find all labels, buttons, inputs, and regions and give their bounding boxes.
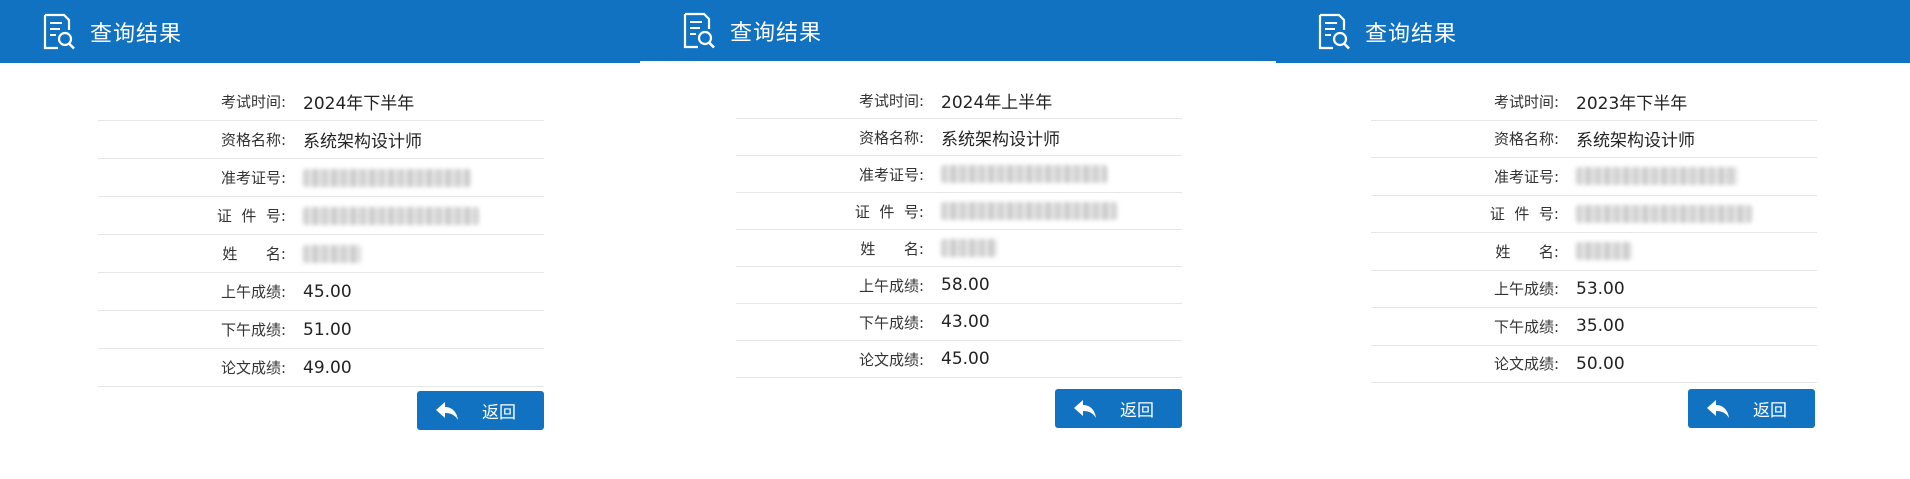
row-label: 论文成绩: (220, 359, 286, 377)
row-value: 系统架构设计师 (303, 132, 422, 152)
row-label: 姓 名: (860, 239, 924, 258)
redacted-value (941, 202, 1117, 220)
row-id-number: 证 件 号: (98, 197, 544, 235)
row-value: 2024年下半年 (303, 94, 415, 114)
row-qualification: 资格名称: 系统架构设计师 (736, 119, 1182, 156)
redacted-value (1576, 167, 1738, 186)
result-table: 考试时间: 2024年下半年 资格名称: 系统架构设计师 准考证号: 证 件 号: … (98, 83, 544, 387)
row-name: 姓 名: (98, 235, 544, 273)
redacted-value (1576, 242, 1632, 261)
row-label: 证 件 号: (1489, 205, 1559, 224)
row-ticket-number: 准考证号: (736, 156, 1182, 193)
row-afternoon-score: 下午成绩: 43.00 (736, 304, 1182, 341)
row-exam-time: 考试时间: 2023年下半年 (1371, 83, 1817, 121)
row-label: 论文成绩: (858, 350, 924, 369)
row-label: 准考证号: (1493, 167, 1559, 186)
row-label: 证 件 号: (216, 207, 286, 225)
row-label: 证 件 号: (854, 202, 924, 221)
row-value: 35.00 (1576, 316, 1625, 337)
row-value: 系统架构设计师 (1576, 131, 1695, 152)
back-button-label: 返回 (482, 403, 516, 423)
row-value: 2023年下半年 (1576, 93, 1688, 114)
panel-header: 查询结果 (640, 0, 1276, 61)
row-morning-score: 上午成绩: 53.00 (1371, 271, 1817, 308)
row-essay-score: 论文成绩: 50.00 (1371, 346, 1817, 383)
reply-arrow-icon (1074, 399, 1096, 418)
row-afternoon-score: 下午成绩: 51.00 (98, 311, 544, 349)
row-id-number: 证 件 号: (1371, 196, 1817, 233)
panel-title: 查询结果 (90, 21, 183, 47)
row-label: 下午成绩: (220, 321, 286, 339)
panel-title: 查询结果 (1365, 21, 1458, 47)
row-label: 准考证号: (858, 165, 924, 184)
row-value: 45.00 (303, 281, 352, 302)
back-button[interactable]: 返回 (1688, 389, 1815, 428)
panel-header: 查询结果 (1276, 0, 1910, 63)
search-document-icon (43, 13, 75, 49)
row-value: 51.00 (303, 319, 352, 340)
redacted-value (303, 206, 479, 225)
row-name: 姓 名: (736, 230, 1182, 267)
row-label: 上午成绩: (220, 283, 286, 301)
row-qualification: 资格名称: 系统架构设计师 (98, 121, 544, 159)
row-name: 姓 名: (1371, 233, 1817, 271)
row-qualification: 资格名称: 系统架构设计师 (1371, 121, 1817, 158)
row-label: 下午成绩: (1493, 317, 1559, 336)
result-panel-2: 查询结果 考试时间: 2024年上半年 资格名称: 系统架构设计师 准考证号: 证 … (640, 0, 1276, 479)
row-essay-score: 论文成绩: 49.00 (98, 349, 544, 387)
panel-header: 查询结果 (0, 0, 640, 63)
row-label: 上午成绩: (1493, 280, 1559, 299)
result-panel-3: 查询结果 考试时间: 2023年下半年 资格名称: 系统架构设计师 准考证号: 证 … (1276, 0, 1910, 479)
row-value: 50.00 (1576, 353, 1625, 374)
back-button[interactable]: 返回 (417, 391, 544, 430)
row-label: 姓 名: (222, 245, 286, 263)
row-value: 2024年上半年 (941, 92, 1053, 113)
row-label: 准考证号: (220, 169, 286, 187)
row-ticket-number: 准考证号: (1371, 158, 1817, 196)
result-table: 考试时间: 2024年上半年 资格名称: 系统架构设计师 准考证号: 证 件 号: … (736, 82, 1182, 378)
row-label: 考试时间: (220, 93, 286, 111)
result-panel-1: 查询结果 考试时间: 2024年下半年 资格名称: 系统架构设计师 准考证号: 证 … (0, 0, 640, 479)
row-value: 系统架构设计师 (941, 129, 1060, 150)
row-morning-score: 上午成绩: 58.00 (736, 267, 1182, 304)
row-label: 考试时间: (1493, 92, 1559, 111)
row-ticket-number: 准考证号: (98, 159, 544, 197)
row-label: 姓 名: (1495, 242, 1559, 261)
search-document-icon (1318, 13, 1350, 49)
row-label: 资格名称: (220, 131, 286, 149)
row-value: 49.00 (303, 357, 352, 378)
row-morning-score: 上午成绩: 45.00 (98, 273, 544, 311)
redacted-value (941, 165, 1107, 183)
reply-arrow-icon (436, 401, 458, 420)
row-exam-time: 考试时间: 2024年上半年 (736, 82, 1182, 119)
row-label: 资格名称: (1493, 130, 1559, 149)
reply-arrow-icon (1707, 399, 1729, 418)
row-value: 45.00 (941, 349, 990, 369)
row-id-number: 证 件 号: (736, 193, 1182, 230)
row-essay-score: 论文成绩: 45.00 (736, 341, 1182, 378)
row-label: 下午成绩: (858, 313, 924, 332)
row-value: 58.00 (941, 275, 990, 295)
row-value: 53.00 (1576, 278, 1625, 299)
row-label: 考试时间: (858, 91, 924, 110)
row-label: 上午成绩: (858, 276, 924, 295)
row-afternoon-score: 下午成绩: 35.00 (1371, 308, 1817, 346)
row-exam-time: 考试时间: 2024年下半年 (98, 83, 544, 121)
redacted-value (941, 239, 997, 257)
redacted-value (303, 244, 361, 263)
redacted-value (303, 168, 471, 187)
redacted-value (1576, 204, 1752, 223)
row-value: 43.00 (941, 312, 990, 332)
result-table: 考试时间: 2023年下半年 资格名称: 系统架构设计师 准考证号: 证 件 号: … (1371, 83, 1817, 383)
panel-title: 查询结果 (730, 20, 823, 46)
back-button-label: 返回 (1120, 401, 1154, 421)
back-button-label: 返回 (1753, 401, 1787, 421)
row-label: 论文成绩: (1493, 355, 1559, 374)
search-document-icon (683, 12, 715, 48)
row-label: 资格名称: (858, 128, 924, 147)
back-button[interactable]: 返回 (1055, 389, 1182, 428)
